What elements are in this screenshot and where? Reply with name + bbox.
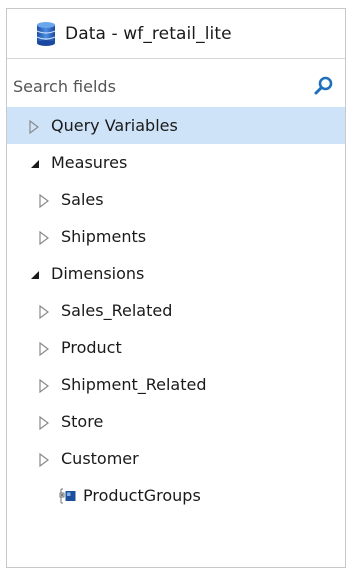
search-icon[interactable] xyxy=(313,75,335,97)
tree-node-label: Sales xyxy=(61,190,104,209)
tree-node-label: Measures xyxy=(51,153,128,172)
tree-node-label: Query Variables xyxy=(51,116,178,135)
expand-arrow-icon[interactable] xyxy=(37,378,51,393)
tree-node-label: Dimensions xyxy=(51,264,145,283)
tree-node-label: Shipments xyxy=(61,227,147,246)
tree-node-store[interactable]: Store xyxy=(7,403,345,440)
tree-node-label: Product xyxy=(61,338,122,357)
collapse-arrow-icon[interactable] xyxy=(27,156,41,170)
tree-node-sales-related[interactable]: Sales_Related xyxy=(7,292,345,329)
panel-header: Data - wf_retail_lite xyxy=(7,9,345,59)
data-panel: Data - wf_retail_lite Query Variables Me… xyxy=(6,8,346,568)
tree-node-label: Sales_Related xyxy=(61,301,173,320)
database-icon xyxy=(35,21,57,47)
tree-node-customer[interactable]: Customer xyxy=(7,440,345,477)
expand-arrow-icon[interactable] xyxy=(37,304,51,319)
field-tree: Query Variables Measures Sales Shipments xyxy=(7,107,345,514)
hierarchy-group-icon xyxy=(59,487,77,505)
search-bar xyxy=(7,71,345,101)
panel-title: Data - wf_retail_lite xyxy=(65,23,232,44)
tree-node-product[interactable]: Product xyxy=(7,329,345,366)
expand-arrow-icon[interactable] xyxy=(37,452,51,467)
tree-node-label: Store xyxy=(61,412,104,431)
tree-node-dimensions[interactable]: Dimensions xyxy=(7,255,345,292)
search-input[interactable] xyxy=(13,76,293,96)
tree-node-shipments[interactable]: Shipments xyxy=(7,218,345,255)
tree-node-label: Shipment_Related xyxy=(61,375,207,394)
tree-node-query-variables[interactable]: Query Variables xyxy=(7,107,345,144)
expand-arrow-icon[interactable] xyxy=(37,193,51,208)
collapse-arrow-icon[interactable] xyxy=(27,267,41,281)
tree-node-product-groups[interactable]: ProductGroups xyxy=(7,477,345,514)
tree-node-label: Customer xyxy=(61,449,139,468)
tree-node-shipment-related[interactable]: Shipment_Related xyxy=(7,366,345,403)
expand-arrow-icon[interactable] xyxy=(37,341,51,356)
tree-node-sales[interactable]: Sales xyxy=(7,181,345,218)
expand-arrow-icon[interactable] xyxy=(27,119,41,134)
expand-arrow-icon[interactable] xyxy=(37,230,51,245)
tree-node-label: ProductGroups xyxy=(83,486,201,505)
tree-node-measures[interactable]: Measures xyxy=(7,144,345,181)
expand-arrow-icon[interactable] xyxy=(37,415,51,430)
